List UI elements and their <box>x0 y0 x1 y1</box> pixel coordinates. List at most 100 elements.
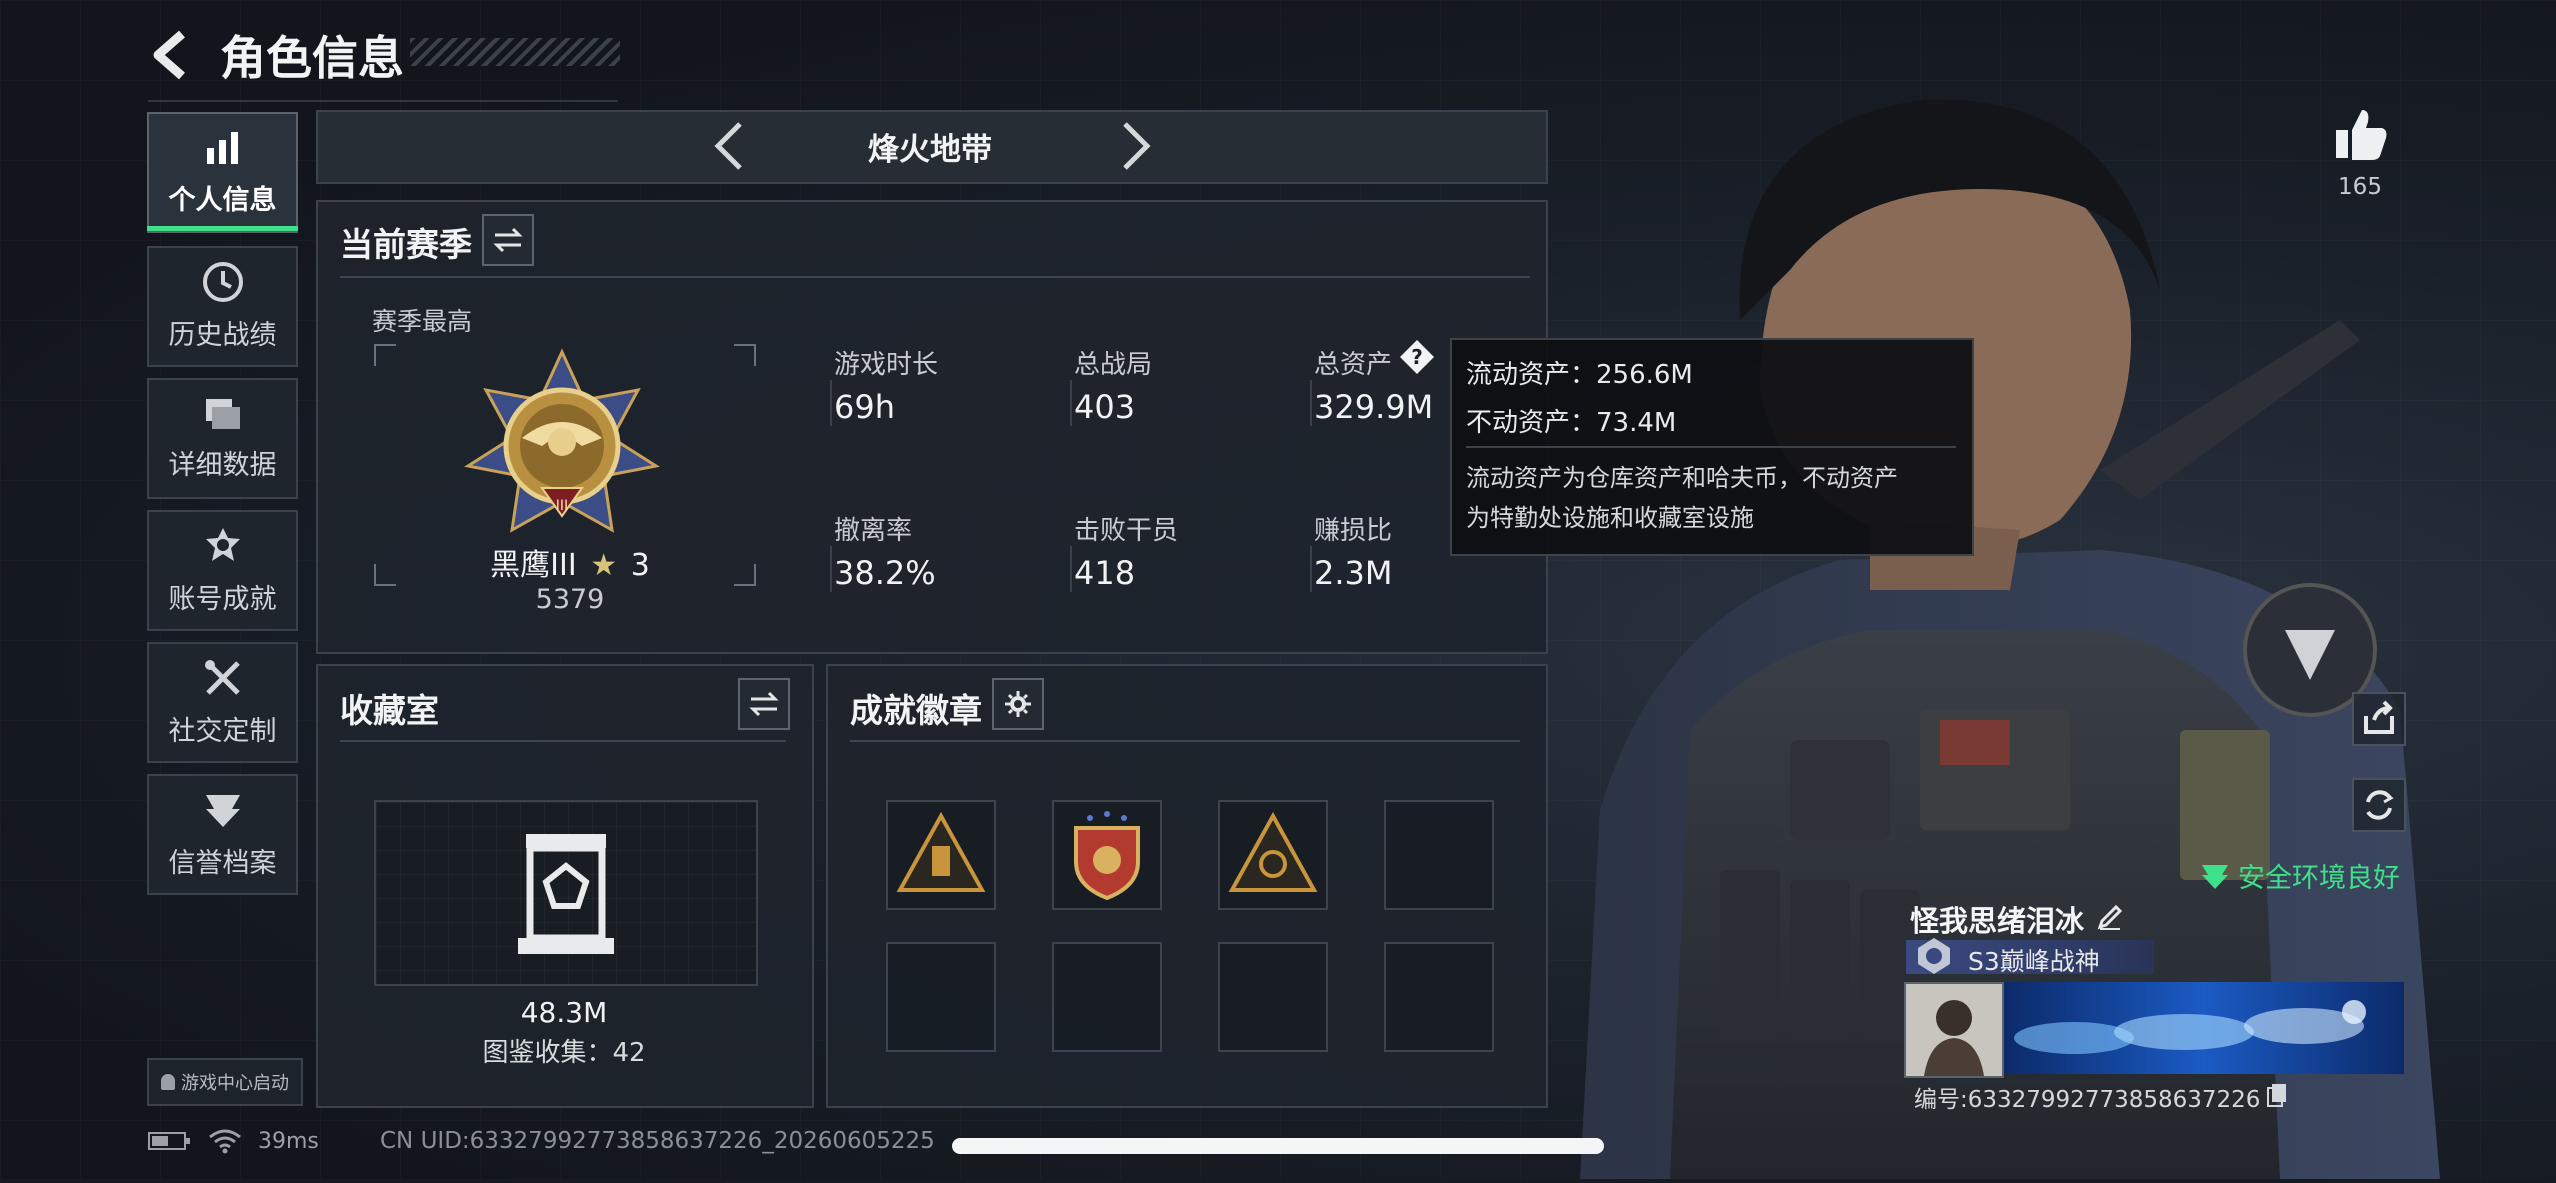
edit-name-button[interactable] <box>2096 903 2124 935</box>
sidebar-item-label: 详细数据 <box>168 450 277 481</box>
assets-tooltip: 流动资产：256.6M 不动资产：73.4M 流动资产为仓库资产和哈夫币，不动资… <box>1450 338 1974 556</box>
rank-name: 黑鹰III <box>490 548 577 583</box>
tools-icon <box>204 660 240 695</box>
copy-id-button[interactable] <box>2266 1082 2288 1112</box>
clock-icon <box>202 262 243 302</box>
avatar-image <box>1924 1000 1984 1076</box>
stat-label-playtime: 游戏时长 <box>834 350 939 380</box>
back-button[interactable] <box>148 28 196 82</box>
collection-display[interactable] <box>374 800 758 986</box>
stat-value-extract-rate: 38.2% <box>834 554 936 592</box>
svg-text:III: III <box>556 498 568 514</box>
stat-value-matches: 403 <box>1074 388 1136 426</box>
player-title-bar: S3巅峰战神 <box>1906 938 2154 976</box>
badge-slot-empty[interactable] <box>1384 800 1494 910</box>
badges-underline <box>850 740 1520 742</box>
badge-slot-empty[interactable] <box>1052 942 1162 1052</box>
sidebar-item-history[interactable]: 历史战绩 <box>147 246 298 367</box>
swap-icon <box>749 691 779 717</box>
rank-emblem: III <box>462 346 662 546</box>
stat-label-kills: 击败干员 <box>1074 516 1179 546</box>
rank-score: 5379 <box>535 584 605 615</box>
svg-text:?: ? <box>1411 345 1423 369</box>
like-button[interactable] <box>2330 104 2390 164</box>
mode-label: 烽火地带 <box>868 132 992 168</box>
sidebar-item-label: 社交定制 <box>168 716 277 747</box>
stat-value-assets: 329.9M <box>1314 388 1434 426</box>
share-button[interactable] <box>2352 692 2406 746</box>
player-avatar[interactable] <box>1904 982 2004 1078</box>
frame-corner <box>734 564 756 586</box>
game-center-button[interactable]: 游戏中心启动 <box>147 1058 303 1106</box>
collection-count: 图鉴收集：42 <box>482 1038 646 1068</box>
frame-corner <box>734 344 756 366</box>
ping-text: 39ms <box>258 1128 319 1154</box>
game-center-label: 游戏中心启动 <box>181 1073 289 1094</box>
header-line <box>148 100 618 102</box>
triangle-badge-icon <box>1228 811 1318 892</box>
stat-value-profit-ratio: 2.3M <box>1314 554 1393 592</box>
assets-help-icon[interactable]: ? <box>1398 338 1436 376</box>
badge-slot[interactable] <box>1218 800 1328 910</box>
season-underline <box>340 276 1530 278</box>
player-id-row: 编号:6332799277385863722​6 <box>1914 1080 2288 1114</box>
share-icon <box>2364 700 2394 734</box>
refresh-button[interactable] <box>2352 778 2406 832</box>
safety-status: 安全环境良好 <box>2200 856 2400 895</box>
copy-icon <box>2267 1084 2287 1107</box>
display-case-icon <box>518 834 614 954</box>
sidebar-item-credit[interactable]: 信誉档案 <box>147 774 298 895</box>
stat-label-profit-ratio: 赚损比 <box>1314 516 1393 546</box>
sidebar-item-social[interactable]: 社交定制 <box>147 642 298 763</box>
battery-icon <box>148 1132 190 1150</box>
stat-label-extract-rate: 撤离率 <box>834 516 913 546</box>
banner-image <box>2014 1000 2366 1054</box>
star-icon: ★ <box>590 548 618 583</box>
tooltip-divider <box>1466 446 1956 448</box>
player-banner <box>2004 982 2404 1074</box>
home-indicator[interactable] <box>952 1138 1604 1154</box>
next-mode-button[interactable] <box>1105 116 1165 176</box>
header-stripes <box>410 38 620 66</box>
sidebar-item-detailed-data[interactable]: 详细数据 <box>147 378 298 499</box>
sidebar-item-achievements[interactable]: 账号成就 <box>147 510 298 631</box>
collection-value: 48.3M <box>520 996 608 1029</box>
badge-slot[interactable] <box>1052 800 1162 910</box>
collection-underline <box>340 740 786 742</box>
bar-chart-icon <box>206 132 238 164</box>
tooltip-fixed: 不动资产：73.4M <box>1466 408 1677 438</box>
sidebar-item-label: 个人信息 <box>168 185 277 216</box>
badge-slot[interactable] <box>886 800 996 910</box>
stat-divider <box>830 380 832 426</box>
stat-divider <box>1310 380 1312 426</box>
chevron-right-icon <box>1123 122 1151 170</box>
tooltip-desc-line2: 为特勤处设施和收藏室设施 <box>1466 504 1754 532</box>
player-title-text: S3巅峰战神 <box>1968 947 2100 976</box>
gear-icon <box>1005 691 1031 717</box>
player-name: 怪我思绪泪冰 <box>1910 898 2124 940</box>
shield-badge-icon <box>1074 811 1140 901</box>
season-title: 当前赛季 <box>340 225 472 264</box>
pyramid-badge-icon <box>896 811 986 892</box>
sidebar-item-label: 账号成就 <box>168 584 277 615</box>
tooltip-desc-line1: 流动资产为仓库资产和哈夫币，不动资产 <box>1466 464 1898 492</box>
active-indicator <box>147 226 298 231</box>
badges-settings-button[interactable] <box>992 678 1044 730</box>
chevron-left-icon <box>714 122 742 170</box>
badge-slot-empty[interactable] <box>1384 942 1494 1052</box>
stat-divider <box>1070 546 1072 592</box>
stat-divider <box>1310 546 1312 592</box>
player-name-text: 怪我思绪泪冰 <box>1910 904 2085 938</box>
season-switch-button[interactable] <box>482 214 534 266</box>
pencil-icon <box>2097 904 2123 930</box>
prev-mode-button[interactable] <box>700 116 760 176</box>
badge-slot-empty[interactable] <box>1218 942 1328 1052</box>
sidebar-item-personal-info[interactable]: 个人信息 <box>147 112 298 233</box>
sidebar-item-label: 历史战绩 <box>168 320 277 351</box>
collection-switch-button[interactable] <box>738 678 790 730</box>
refresh-icon <box>2366 790 2394 820</box>
back-arrow-icon <box>153 30 185 80</box>
safety-shield-icon <box>2202 864 2228 889</box>
badge-slot-empty[interactable] <box>886 942 996 1052</box>
season-best-label: 赛季最高 <box>372 307 473 336</box>
